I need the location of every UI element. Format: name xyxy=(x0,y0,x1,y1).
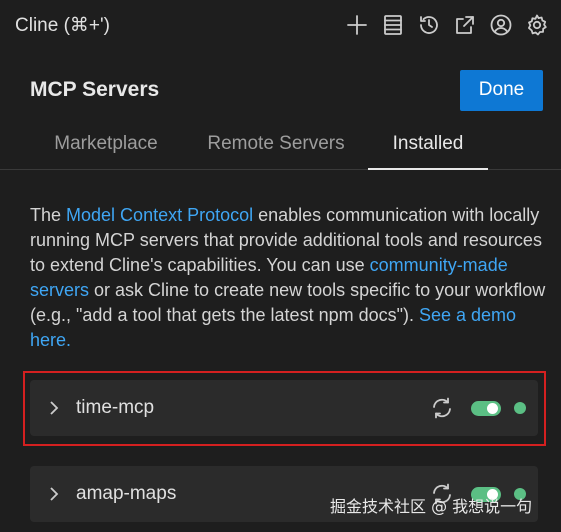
mcp-description: The Model Context Protocol enables commu… xyxy=(30,203,550,353)
page-title: MCP Servers xyxy=(30,78,160,101)
server-name: time-mcp xyxy=(76,397,155,418)
tab-marketplace[interactable]: Marketplace xyxy=(38,124,174,170)
description-text: The xyxy=(30,205,67,225)
server-card-time-mcp[interactable]: time-mcp xyxy=(30,380,538,436)
server-controls xyxy=(429,395,526,421)
chevron-right-icon[interactable] xyxy=(46,486,62,502)
refresh-icon[interactable] xyxy=(429,395,455,421)
watermark: 掘金技术社区 @ 我想说一句 xyxy=(330,497,533,516)
enable-toggle[interactable] xyxy=(471,400,501,416)
toolbar xyxy=(344,13,549,38)
history-icon[interactable] xyxy=(416,13,441,38)
plus-icon[interactable] xyxy=(344,13,369,38)
app-title: Cline (⌘+') xyxy=(15,14,110,36)
header: MCP Servers Done xyxy=(30,68,543,112)
tab-installed[interactable]: Installed xyxy=(368,124,488,170)
status-dot xyxy=(514,402,526,414)
external-link-icon[interactable] xyxy=(452,13,477,38)
tab-remote-servers[interactable]: Remote Servers xyxy=(196,124,356,170)
model-context-protocol-link[interactable]: Model Context Protocol xyxy=(66,205,253,225)
gear-icon[interactable] xyxy=(524,13,549,38)
tab-bar: Marketplace Remote Servers Installed xyxy=(0,124,561,170)
server-icon[interactable] xyxy=(380,13,405,38)
title-bar: Cline (⌘+') xyxy=(0,0,561,50)
chevron-right-icon[interactable] xyxy=(46,400,62,416)
account-icon[interactable] xyxy=(488,13,513,38)
done-button[interactable]: Done xyxy=(460,69,543,111)
